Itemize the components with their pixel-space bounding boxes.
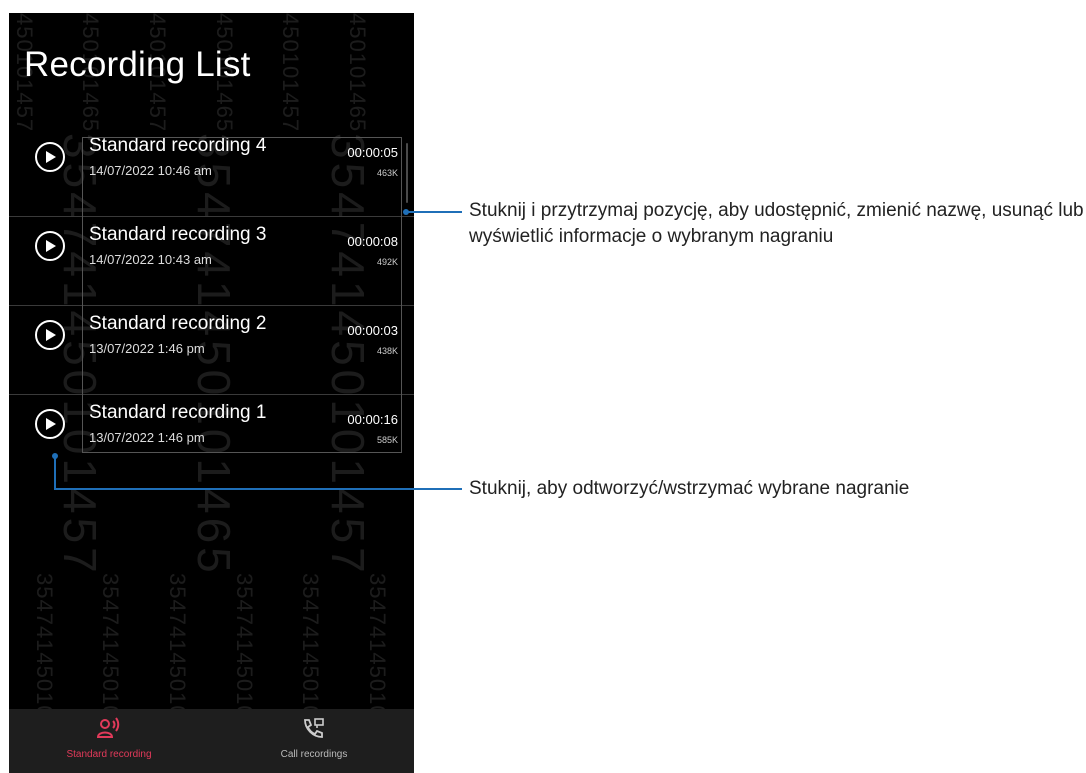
recording-duration: 00:00:08 bbox=[347, 234, 398, 249]
phone-screen: 450101457 450101465 450101457 450101465 … bbox=[9, 13, 414, 773]
play-button[interactable] bbox=[35, 320, 65, 350]
play-button[interactable] bbox=[35, 142, 65, 172]
callout-line bbox=[408, 211, 462, 213]
play-button[interactable] bbox=[35, 231, 65, 261]
play-icon bbox=[46, 329, 56, 341]
tab-label: Standard recording bbox=[66, 749, 152, 760]
recording-size: 438K bbox=[376, 346, 398, 356]
tab-call-recordings[interactable]: Call recordings bbox=[214, 709, 414, 773]
watermark-text: 450101457 bbox=[278, 13, 303, 133]
recording-row[interactable]: Standard recording 1 13/07/2022 1:46 pm … bbox=[9, 395, 414, 483]
voice-recording-icon bbox=[96, 717, 121, 744]
watermark-text: 450101465 bbox=[345, 13, 370, 133]
callout-tap-play: Stuknij, aby odtworzyć/wstrzymać wybrane… bbox=[469, 478, 910, 499]
recording-date: 13/07/2022 1:46 pm bbox=[89, 430, 205, 445]
callout-line bbox=[54, 488, 462, 490]
callout-long-press: Stuknij i przytrzymaj pozycję, aby udost… bbox=[469, 200, 1084, 247]
play-button[interactable] bbox=[35, 409, 65, 439]
recording-name: Standard recording 1 bbox=[89, 402, 267, 423]
recording-duration: 00:00:05 bbox=[347, 145, 398, 160]
recording-list: Standard recording 4 14/07/2022 10:46 am… bbox=[9, 128, 414, 483]
tab-standard-recording[interactable]: Standard recording bbox=[9, 709, 209, 773]
recording-size: 492K bbox=[376, 257, 398, 267]
bottom-nav: Standard recording Call recordings bbox=[9, 709, 414, 773]
recording-row[interactable]: Standard recording 4 14/07/2022 10:46 am… bbox=[9, 128, 414, 217]
recording-duration: 00:00:16 bbox=[347, 412, 398, 427]
recording-row[interactable]: Standard recording 2 13/07/2022 1:46 pm … bbox=[9, 306, 414, 395]
recording-size: 585K bbox=[376, 435, 398, 445]
page-title: Recording List bbox=[24, 45, 251, 84]
recording-duration: 00:00:03 bbox=[347, 323, 398, 338]
play-icon bbox=[46, 151, 56, 163]
recording-row[interactable]: Standard recording 3 14/07/2022 10:43 am… bbox=[9, 217, 414, 306]
tab-label: Call recordings bbox=[280, 749, 348, 760]
scrollbar[interactable] bbox=[406, 143, 408, 203]
recording-name: Standard recording 3 bbox=[89, 224, 267, 245]
play-icon bbox=[46, 418, 56, 430]
recording-date: 14/07/2022 10:46 am bbox=[89, 163, 212, 178]
recording-name: Standard recording 2 bbox=[89, 313, 267, 334]
recording-name: Standard recording 4 bbox=[89, 135, 267, 156]
recording-date: 14/07/2022 10:43 am bbox=[89, 252, 212, 267]
recording-size: 463K bbox=[376, 168, 398, 178]
recording-date: 13/07/2022 1:46 pm bbox=[89, 341, 205, 356]
call-recording-icon bbox=[302, 717, 326, 744]
callout-line bbox=[54, 456, 56, 489]
play-icon bbox=[46, 240, 56, 252]
